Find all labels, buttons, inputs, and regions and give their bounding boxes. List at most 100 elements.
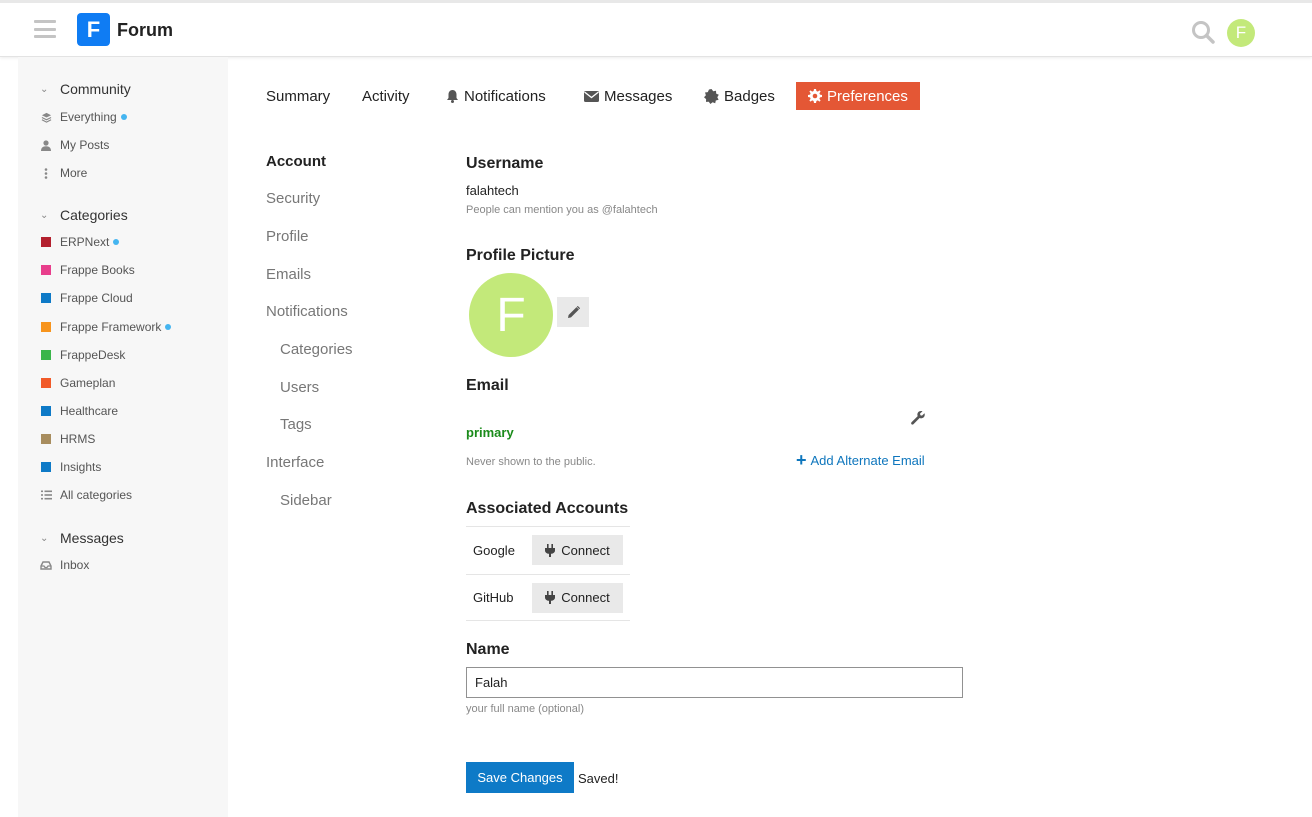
subnav-notifications[interactable]: Notifications	[266, 303, 348, 320]
search-icon[interactable]	[1190, 19, 1216, 45]
sidebar-item-label: More	[60, 166, 88, 180]
sidebar-item-label: Everything	[60, 110, 117, 124]
subnav-interface[interactable]: Interface	[266, 454, 324, 471]
sidebar-item-more[interactable]: More	[40, 165, 87, 181]
connect-github-button[interactable]: Connect	[532, 582, 623, 613]
saved-status: Saved!	[578, 771, 619, 786]
sidebar-item-label: Frappe Books	[60, 263, 135, 277]
sidebar-item-inbox[interactable]: Inbox	[40, 557, 89, 573]
sidebar-section-categories[interactable]: ⌄ Categories	[40, 207, 128, 223]
tab-activity[interactable]: Activity	[362, 82, 410, 110]
user-icon	[40, 139, 52, 151]
profile-picture-heading: Profile Picture	[466, 247, 575, 264]
new-indicator	[165, 324, 172, 330]
connect-google-button[interactable]: Connect	[532, 535, 623, 565]
top-header: F Forum F	[0, 0, 1312, 57]
sidebar-item-my-posts[interactable]: My Posts	[40, 137, 109, 153]
sidebar-item-insights[interactable]: Insights	[40, 459, 101, 475]
user-avatar[interactable]: F	[1227, 19, 1255, 47]
wrench-icon[interactable]	[910, 410, 926, 426]
section-title: Messages	[60, 530, 124, 546]
subnav-security[interactable]: Security	[266, 190, 320, 207]
badge-icon	[704, 88, 719, 104]
chevron-down-icon: ⌄	[40, 209, 49, 221]
subnav-categories[interactable]: Categories	[280, 341, 353, 358]
username-heading: Username	[466, 155, 544, 172]
tab-notifications[interactable]: Notifications	[446, 82, 546, 110]
account-name: Google	[473, 542, 515, 558]
tab-summary[interactable]: Summary	[266, 82, 330, 110]
sidebar-item-frappe-framework[interactable]: Frappe Framework	[40, 319, 172, 335]
layers-icon	[40, 112, 52, 123]
category-color-swatch	[41, 350, 51, 360]
subnav-sidebar[interactable]: Sidebar	[280, 492, 332, 509]
sidebar-item-frappe-books[interactable]: Frappe Books	[40, 262, 135, 278]
email-hint: Never shown to the public.	[466, 456, 596, 468]
sidebar-item-label: Healthcare	[60, 404, 119, 418]
tab-preferences[interactable]: Preferences	[796, 82, 920, 110]
edit-avatar-button[interactable]	[557, 297, 589, 327]
chevron-down-icon: ⌄	[40, 83, 49, 95]
category-color-swatch	[41, 434, 51, 444]
name-input[interactable]	[466, 667, 963, 698]
new-indicator	[113, 239, 120, 245]
category-color-swatch	[41, 237, 51, 247]
sidebar-item-frappedesk[interactable]: FrappeDesk	[40, 347, 125, 363]
save-changes-button[interactable]: Save Changes	[466, 762, 574, 793]
plug-icon	[545, 543, 556, 557]
sidebar-item-gameplan[interactable]: Gameplan	[40, 375, 115, 391]
subnav-users[interactable]: Users	[280, 379, 319, 396]
category-color-swatch	[41, 265, 51, 275]
tab-label: Messages	[604, 87, 673, 105]
name-heading: Name	[466, 641, 510, 658]
chevron-down-icon: ⌄	[40, 532, 49, 544]
tab-messages[interactable]: Messages	[584, 82, 672, 110]
profile-avatar: F	[469, 273, 553, 357]
subnav-account[interactable]: Account	[266, 153, 326, 170]
sidebar-item-erpnext[interactable]: ERPNext	[40, 234, 120, 250]
sidebar-item-everything[interactable]: Everything	[40, 109, 127, 125]
sidebar-item-hrms[interactable]: HRMS	[40, 431, 95, 447]
subnav-tags[interactable]: Tags	[280, 416, 312, 433]
sidebar-item-label: Frappe Cloud	[60, 291, 133, 305]
sidebar-item-label: Inbox	[60, 558, 90, 572]
associated-accounts-heading: Associated Accounts	[466, 500, 629, 517]
connect-label: Connect	[561, 542, 610, 558]
inbox-icon	[40, 560, 52, 570]
category-color-swatch	[41, 322, 51, 332]
forum-logo[interactable]: F	[77, 13, 110, 46]
subnav-profile[interactable]: Profile	[266, 228, 309, 245]
sidebar-item-label: FrappeDesk	[60, 348, 126, 362]
sidebar-item-label: My Posts	[60, 138, 110, 152]
connect-label: Connect	[561, 590, 610, 605]
tab-label: Activity	[362, 87, 410, 105]
sidebar: ⌄ Community Everything My Posts More ⌄ C…	[18, 57, 228, 817]
account-row-github: GitHub Connect	[466, 574, 630, 621]
menu-icon[interactable]	[34, 20, 56, 38]
new-indicator	[120, 114, 127, 120]
sidebar-item-label: Gameplan	[60, 376, 116, 390]
account-row-google: Google Connect	[466, 526, 630, 573]
tab-label: Preferences	[827, 87, 908, 105]
email-heading: Email	[466, 377, 509, 394]
sidebar-section-messages[interactable]: ⌄ Messages	[40, 530, 124, 546]
plus-icon: +	[796, 450, 807, 470]
tab-badges[interactable]: Badges	[704, 82, 775, 110]
sidebar-item-healthcare[interactable]: Healthcare	[40, 403, 118, 419]
username-value: falahtech	[466, 183, 519, 198]
gear-icon	[808, 89, 822, 103]
tab-label: Summary	[266, 87, 331, 105]
brand-title[interactable]: Forum	[117, 20, 173, 41]
subnav-emails[interactable]: Emails	[266, 266, 311, 283]
sidebar-section-community[interactable]: ⌄ Community	[40, 81, 131, 97]
section-title: Categories	[60, 207, 128, 223]
sidebar-item-frappe-cloud[interactable]: Frappe Cloud	[40, 290, 133, 306]
category-color-swatch	[41, 406, 51, 416]
sidebar-item-all-categories[interactable]: All categories	[40, 487, 132, 503]
tab-label: Notifications	[464, 87, 546, 105]
add-alternate-email-link[interactable]: + Add Alternate Email	[796, 450, 925, 470]
username-hint: People can mention you as @falahtech	[466, 204, 658, 216]
sidebar-item-label: All categories	[60, 488, 133, 502]
sidebar-item-label: Insights	[60, 460, 102, 474]
category-color-swatch	[41, 378, 51, 388]
